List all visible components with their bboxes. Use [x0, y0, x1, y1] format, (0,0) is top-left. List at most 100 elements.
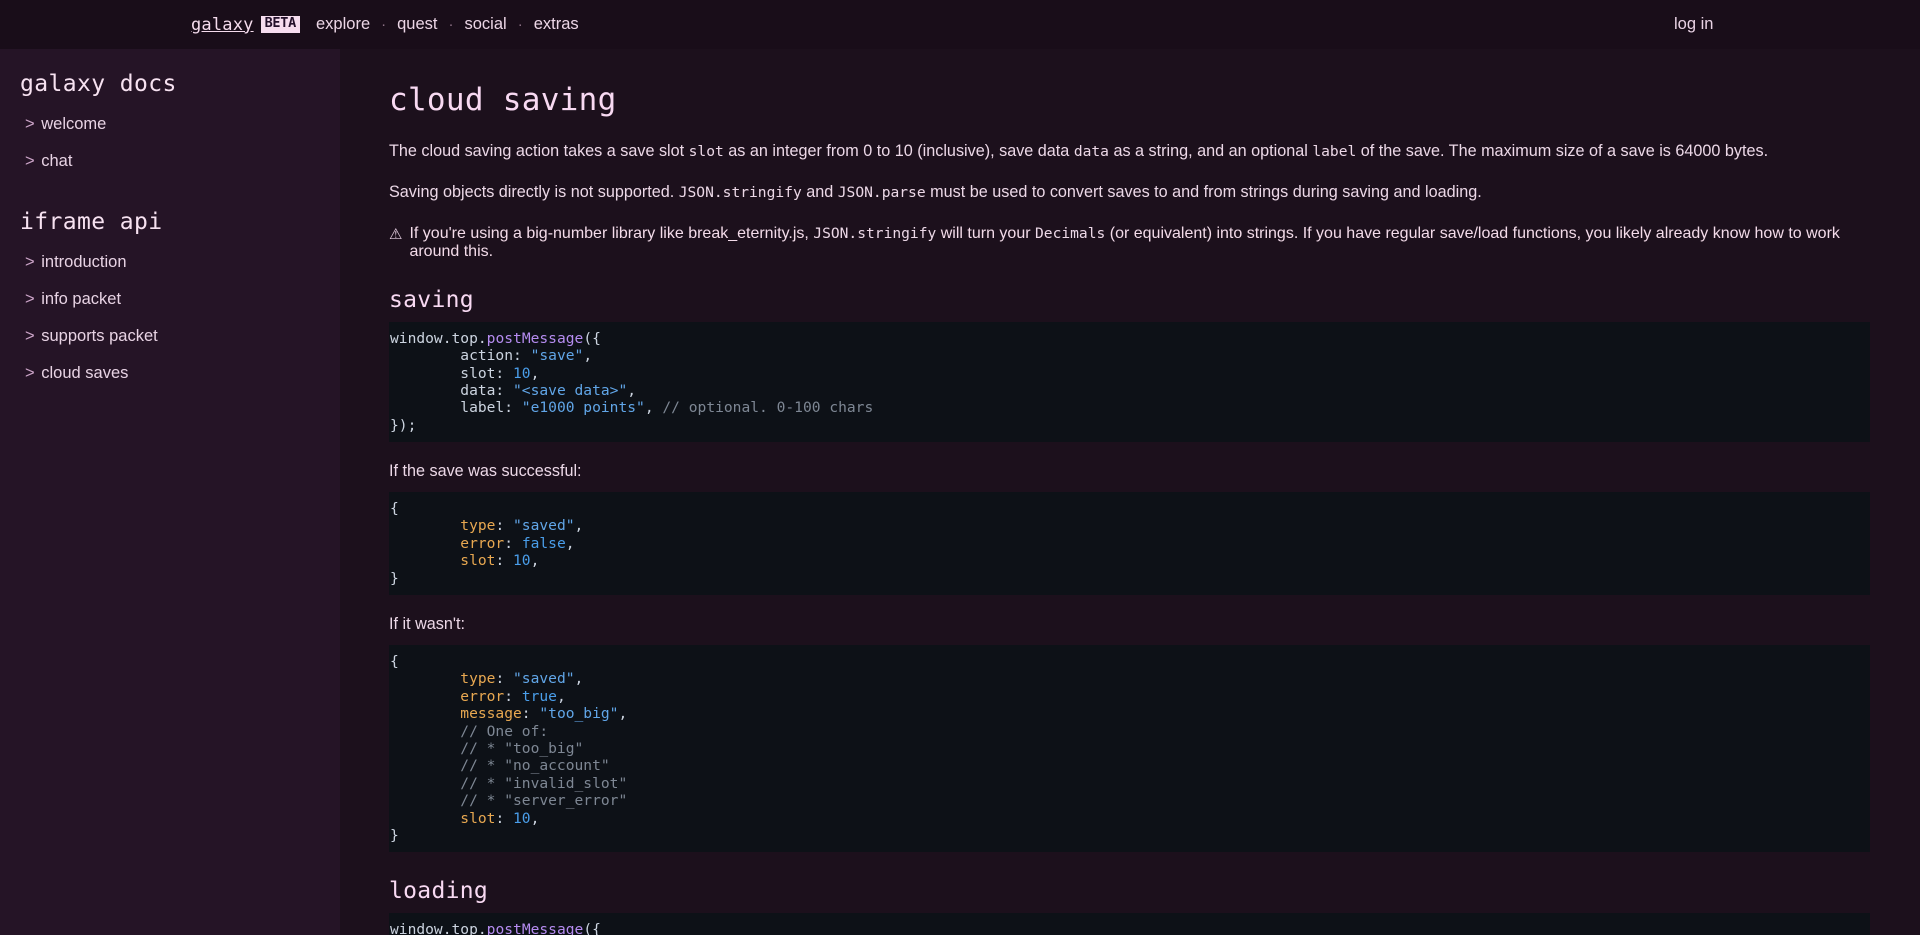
code-token-str: "e1000 points" — [521, 399, 645, 417]
code-line: } — [389, 827, 1870, 844]
code-token-plain: , — [530, 552, 540, 570]
code-token-plain: label: — [390, 399, 522, 417]
code-token-str: "too_big" — [539, 705, 619, 723]
page-title: cloud saving — [389, 82, 617, 118]
code-line: slot: 10, — [389, 365, 1870, 382]
code-token-plain: : — [504, 534, 522, 552]
code-token-plain: : — [495, 517, 514, 535]
chevron-right-icon: > — [25, 326, 35, 345]
sidebar-group-title-galaxy-docs: galaxy docs — [20, 71, 177, 97]
code-token-plain: , — [644, 399, 663, 417]
sidebar-item-label: info packet — [41, 289, 122, 308]
code-line: // * "too_big" — [389, 740, 1870, 757]
code-line: // * "no_account" — [389, 757, 1870, 774]
code-line: }); — [389, 417, 1870, 434]
inline-code-json-parse: JSON.parse — [837, 183, 926, 201]
code-token-plain: , — [574, 670, 584, 688]
code-block-save-success[interactable]: { type: "saved", error: false, slot: 10,… — [389, 492, 1870, 596]
caption-save-failure: If it wasn't: — [389, 615, 465, 634]
code-token-plain: }); — [390, 416, 417, 434]
code-token-plain: , — [583, 347, 593, 365]
code-token-com: // optional. 0-100 chars — [662, 399, 874, 417]
sidebar-item-welcome[interactable]: > welcome — [0, 115, 340, 134]
code-token-key: slot — [390, 552, 496, 570]
code-token-key: type — [390, 517, 496, 535]
inline-code-label: label — [1312, 143, 1357, 160]
code-line: type: "saved", — [389, 517, 1870, 534]
code-token-plain: . — [442, 329, 452, 347]
text-fragment: as an integer from 0 to 10 (inclusive), … — [723, 142, 1074, 160]
text-fragment: and — [801, 182, 838, 201]
warning-note: ⚠ If you're using a big-number library li… — [389, 225, 1870, 261]
code-block-save-request[interactable]: window.top.postMessage({ action: "save",… — [389, 321, 1870, 443]
code-token-fn: postMessage — [486, 329, 584, 347]
text-fragment: as a string, and an optional — [1108, 142, 1313, 160]
inline-code-decimals: Decimals — [1035, 224, 1106, 242]
code-token-plain: . — [477, 921, 487, 935]
sidebar-item-label: chat — [41, 151, 73, 170]
section-heading-saving: saving — [389, 286, 474, 313]
code-line: window.top.postMessage({ — [389, 330, 1870, 347]
code-token-plain: : — [495, 552, 514, 570]
login-link[interactable]: log in — [0, 15, 1920, 34]
code-token-num: 10 — [513, 552, 531, 570]
code-token-plain: : — [495, 670, 514, 688]
sidebar-item-introduction[interactable]: > introduction — [0, 253, 340, 272]
code-token-key: slot — [390, 809, 496, 827]
code-block-load-request[interactable]: window.top.postMessage({ action: "load",… — [389, 913, 1870, 935]
intro-paragraph-2: Saving objects directly is not supported… — [389, 182, 1870, 204]
code-token-plain: ({ — [583, 921, 601, 935]
code-token-plain: . — [477, 329, 487, 347]
code-line: // * "server_error" — [389, 792, 1870, 809]
code-token-plain: : — [495, 809, 514, 827]
code-token-plain: , — [530, 364, 540, 382]
text-fragment: must be used to convert saves to and fro… — [925, 182, 1482, 201]
code-token-plain: action: — [390, 347, 531, 365]
code-line: // * "invalid_slot" — [389, 775, 1870, 792]
code-line: action: "save", — [389, 347, 1870, 364]
code-token-plain: : — [504, 687, 522, 705]
code-block-save-failure[interactable]: { type: "saved", error: true, message: "… — [389, 644, 1870, 853]
code-token-num: 10 — [513, 364, 531, 382]
inline-code-json-stringify: JSON.stringify — [813, 224, 937, 242]
sidebar-item-chat[interactable]: > chat — [0, 152, 340, 171]
sidebar-item-label: cloud saves — [41, 363, 129, 382]
code-line: message: "too_big", — [389, 705, 1870, 722]
docs-sidebar: galaxy docs > welcome > chat iframe api … — [0, 49, 340, 935]
section-heading-loading: loading — [389, 878, 489, 905]
code-token-plain: slot: — [390, 364, 514, 382]
sidebar-item-supports-packet[interactable]: > supports packet — [0, 327, 340, 346]
code-token-key: error — [390, 687, 505, 705]
code-token-str: "saved" — [513, 670, 575, 688]
code-token-key: error — [390, 534, 505, 552]
code-token-str: "<save data>" — [513, 381, 628, 399]
code-token-plain: . — [442, 921, 452, 935]
text-fragment: of the save. The maximum size of a save … — [1356, 142, 1769, 160]
code-token-plain: window — [390, 329, 443, 347]
code-token-plain: , — [574, 517, 584, 535]
code-line: // One of: — [389, 723, 1870, 740]
sidebar-item-label: welcome — [41, 115, 107, 133]
code-line: slot: 10, — [389, 810, 1870, 827]
code-token-com: // * "too_big" — [390, 739, 584, 757]
code-token-com: // * "invalid_slot" — [390, 774, 628, 792]
code-token-bool: true — [521, 687, 557, 705]
code-token-plain: : — [521, 705, 540, 723]
code-line: window.top.postMessage({ — [389, 921, 1870, 935]
code-token-com: // One of: — [390, 722, 549, 740]
warning-note-text: If you're using a big-number library lik… — [409, 225, 1870, 261]
code-line: label: "e1000 points", // optional. 0-10… — [389, 399, 1870, 416]
code-token-plain: , — [627, 381, 637, 399]
chevron-right-icon: > — [25, 115, 35, 133]
text-fragment: Saving objects directly is not supported… — [389, 182, 679, 201]
code-token-plain: } — [390, 569, 399, 587]
sidebar-item-info-packet[interactable]: > info packet — [0, 290, 340, 309]
sidebar-item-cloud-saves[interactable]: > cloud saves — [0, 364, 340, 383]
code-token-plain: , — [618, 705, 628, 723]
code-token-plain: , — [530, 809, 540, 827]
code-token-num: 10 — [513, 809, 531, 827]
code-line: error: true, — [389, 688, 1870, 705]
inline-code-data: data — [1073, 143, 1109, 160]
intro-paragraph-1: The cloud saving action takes a save slo… — [389, 141, 1870, 163]
text-fragment: The cloud saving action takes a save slo… — [389, 142, 689, 160]
